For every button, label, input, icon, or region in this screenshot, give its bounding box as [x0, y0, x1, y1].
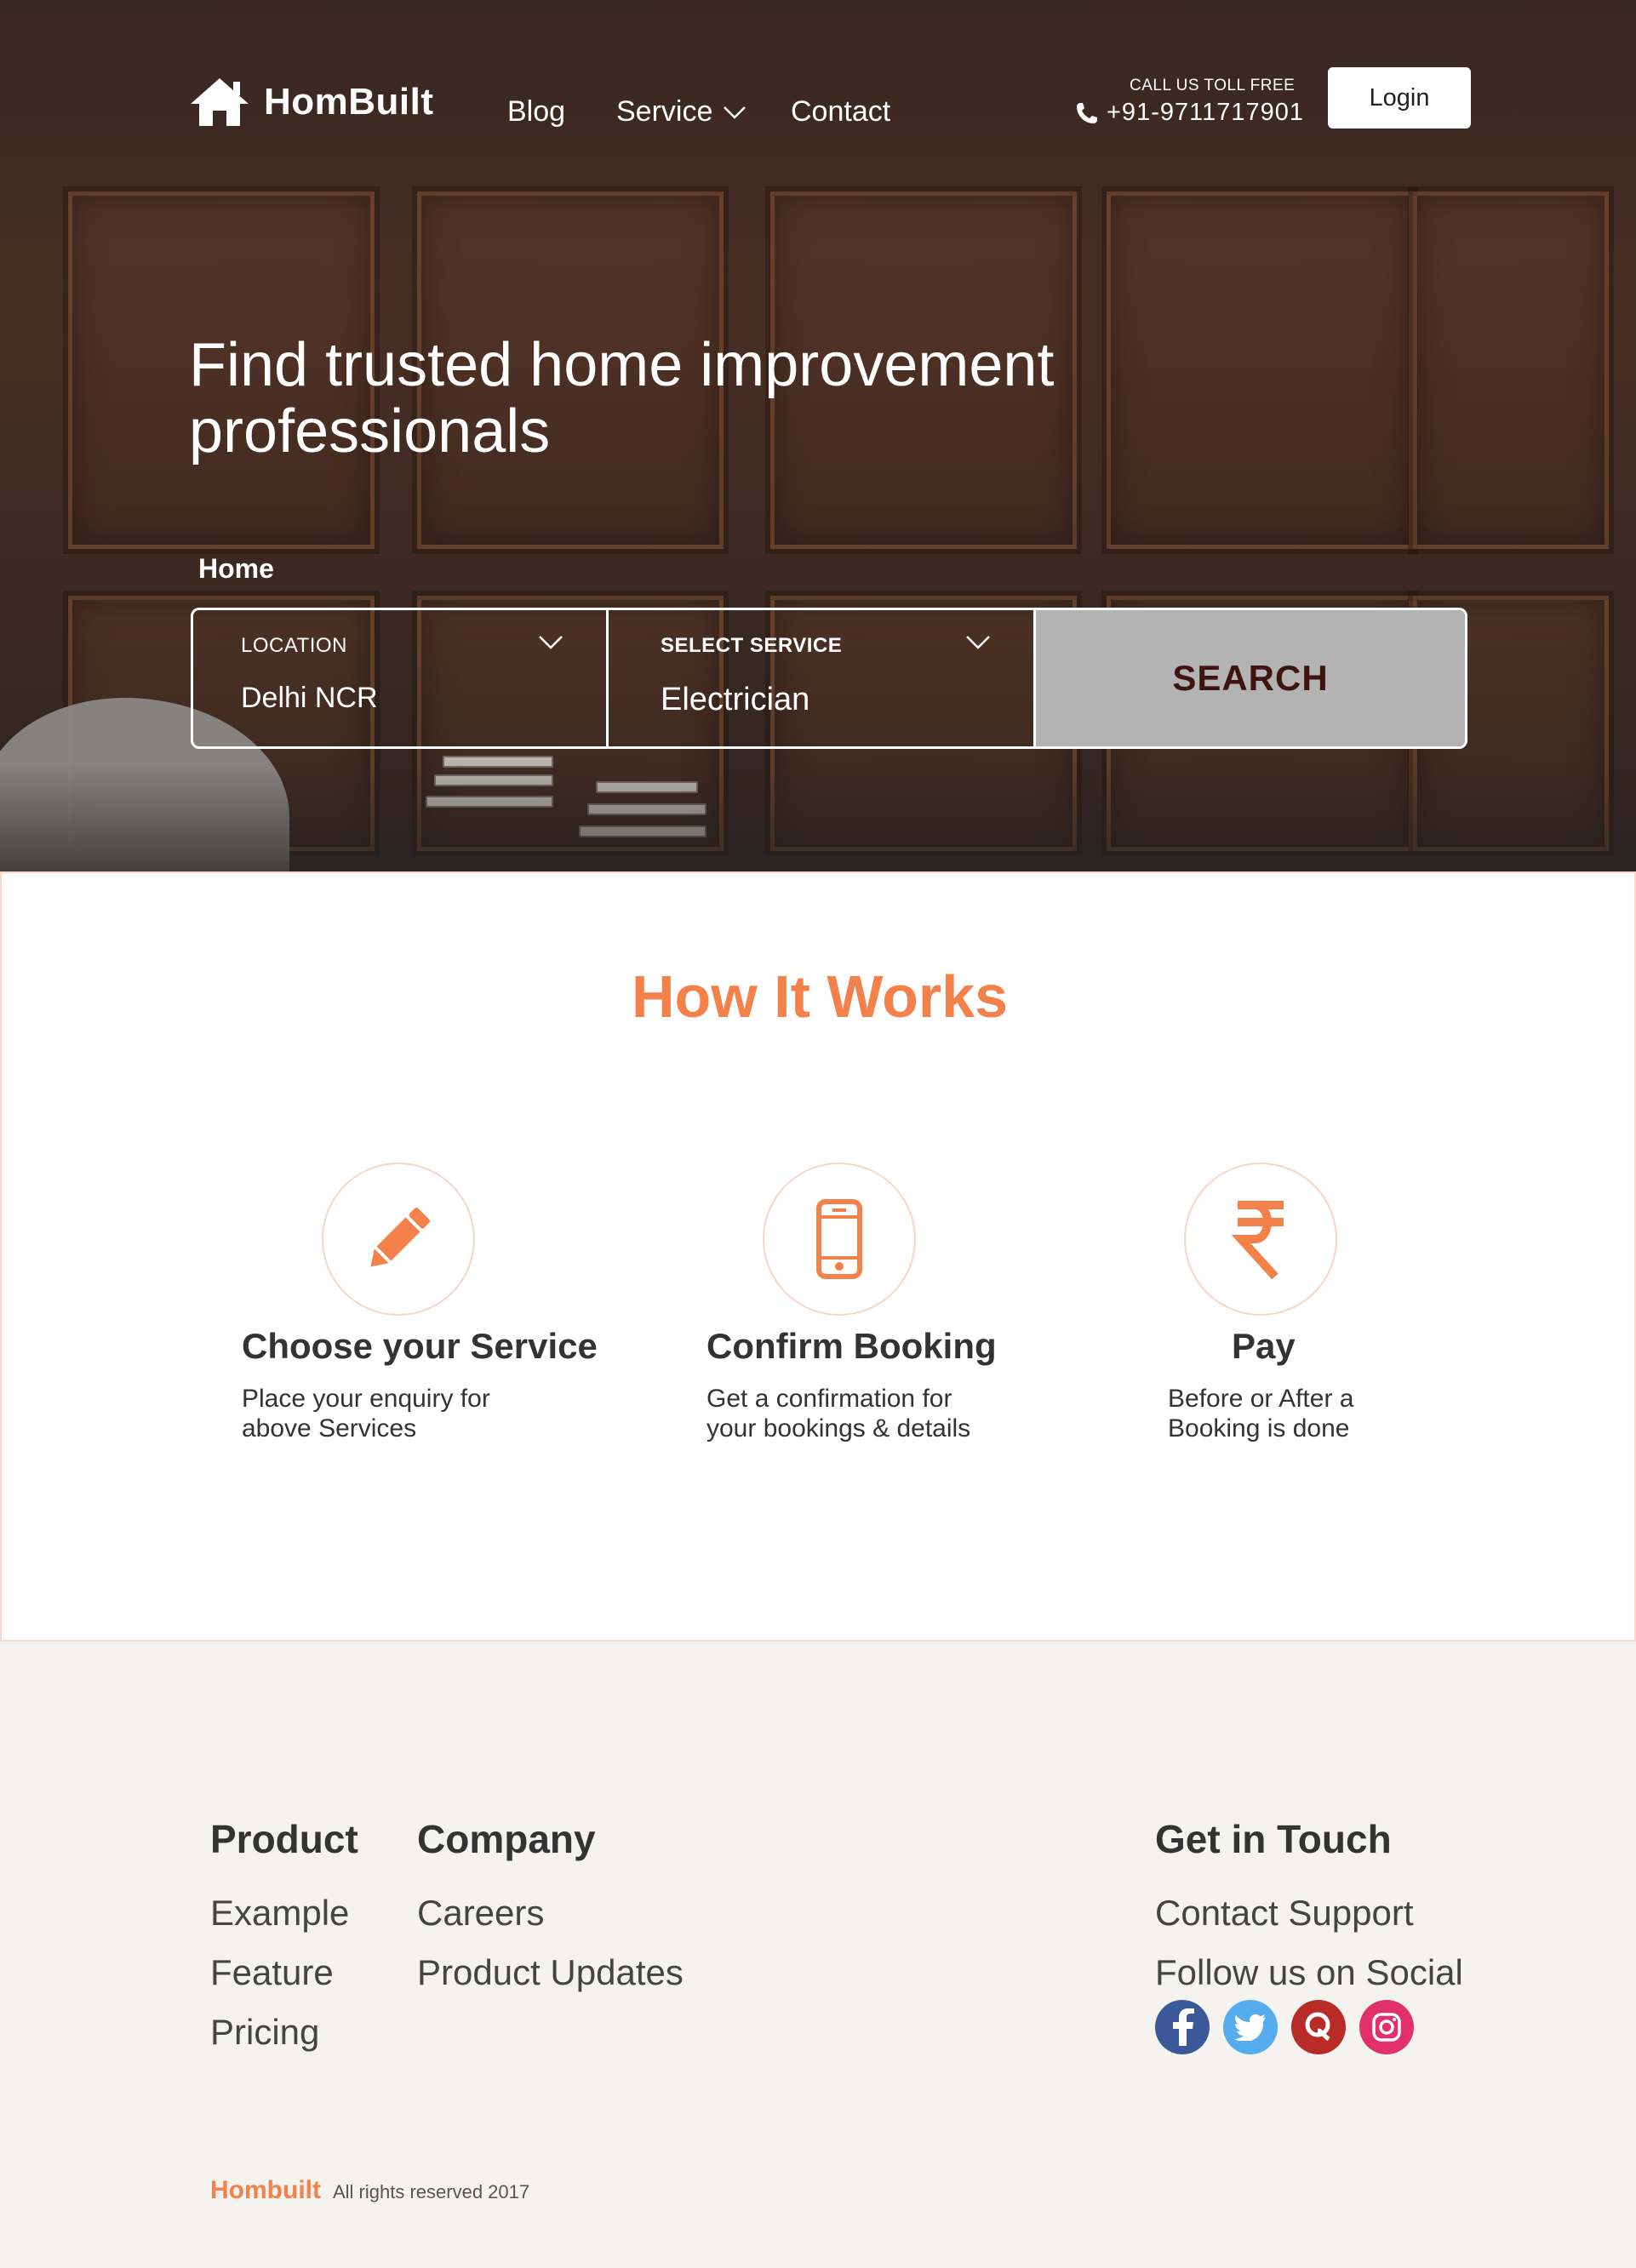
quora-icon[interactable] [1291, 2000, 1346, 2054]
chevron-down-icon [966, 636, 990, 649]
step-icon-circle [1184, 1163, 1337, 1316]
nav-contact[interactable]: Contact [791, 95, 890, 129]
nav-blog[interactable]: Blog [507, 95, 565, 129]
step-description: Get a confirmation for your bookings & d… [706, 1385, 971, 1442]
chevron-down-icon [724, 106, 746, 119]
logo[interactable]: HomBuilt [187, 75, 434, 129]
rupee-icon [1231, 1201, 1284, 1280]
instagram-icon[interactable] [1359, 2000, 1414, 2054]
pencil-icon [370, 1208, 430, 1267]
step-title: Choose your Service [242, 1326, 598, 1366]
step-choose-service: Choose your Service Place your enquiry f… [242, 1163, 599, 1443]
location-select[interactable]: LOCATION Delhi NCR [193, 610, 609, 746]
search-button[interactable]: SEARCH [1036, 610, 1465, 746]
step-confirm-booking: Confirm Booking Get a confirmation for y… [706, 1163, 1064, 1443]
how-it-works-section: How It Works Choose your Service Place y… [0, 871, 1636, 1642]
copyright-brand: Hombuilt [210, 2176, 321, 2204]
service-select[interactable]: SELECT SERVICE Electrician [609, 610, 1036, 746]
login-button[interactable]: Login [1328, 67, 1471, 129]
copyright-text: All rights reserved 2017 [332, 2181, 530, 2202]
footer-link-follow-social[interactable]: Follow us on Social [1155, 1952, 1463, 1993]
phone-text: +91-9711717901 [1107, 99, 1304, 126]
step-title: Pay [1232, 1326, 1296, 1366]
hero-title: Find trusted home improvement profession… [189, 331, 1055, 466]
facebook-icon[interactable] [1155, 2000, 1210, 2054]
breadcrumb[interactable]: Home [198, 553, 274, 585]
location-value: Delhi NCR [241, 682, 378, 714]
footer-product-column: Product Example Feature Pricing [210, 1816, 358, 2071]
nav-service[interactable]: Service [616, 95, 746, 129]
footer: Product Example Feature Pricing Company … [0, 1642, 1636, 2268]
step-title: Confirm Booking [706, 1326, 997, 1366]
copyright: Hombuilt All rights reserved 2017 [210, 2176, 529, 2205]
footer-company-column: Company Careers Product Updates [417, 1816, 684, 2012]
footer-link-example[interactable]: Example [210, 1893, 358, 1934]
hero-section: HomBuilt Blog Service Contact CALL US TO… [0, 0, 1636, 871]
chevron-down-icon [539, 636, 563, 649]
footer-heading: Get in Touch [1155, 1817, 1392, 1861]
toll-free-label: CALL US TOLL FREE [1130, 77, 1296, 94]
step-icon-circle [763, 1163, 916, 1316]
twitter-icon[interactable] [1223, 2000, 1278, 2054]
section-title: How It Works [631, 963, 1009, 1030]
footer-heading: Product [210, 1817, 358, 1861]
step-description: Place your enquiry for above Services [242, 1385, 490, 1442]
service-value: Electrician [661, 682, 810, 717]
nav-service-label: Service [616, 95, 713, 128]
location-label: LOCATION [241, 634, 347, 657]
footer-link-feature[interactable]: Feature [210, 1952, 358, 1993]
footer-link-product-updates[interactable]: Product Updates [417, 1952, 684, 1993]
step-description: Before or After a Booking is done [1168, 1385, 1354, 1442]
logo-text: HomBuilt [264, 81, 434, 123]
footer-link-careers[interactable]: Careers [417, 1893, 684, 1934]
step-icon-circle [322, 1163, 475, 1316]
footer-touch-column: Get in Touch Contact Support Follow us o… [1155, 1816, 1463, 2054]
footer-heading: Company [417, 1817, 596, 1861]
phone-number[interactable]: +91-9711717901 [1074, 99, 1304, 127]
social-icons [1155, 2000, 1463, 2054]
house-icon [191, 78, 249, 126]
mobile-phone-icon [816, 1199, 862, 1279]
footer-link-contact-support[interactable]: Contact Support [1155, 1893, 1463, 1934]
step-pay: Pay Before or After a Booking is done [1168, 1163, 1525, 1443]
search-bar: LOCATION Delhi NCR SELECT SERVICE Electr… [191, 608, 1467, 749]
service-label: SELECT SERVICE [661, 634, 843, 657]
phone-icon [1077, 102, 1097, 123]
footer-link-pricing[interactable]: Pricing [210, 2012, 358, 2053]
